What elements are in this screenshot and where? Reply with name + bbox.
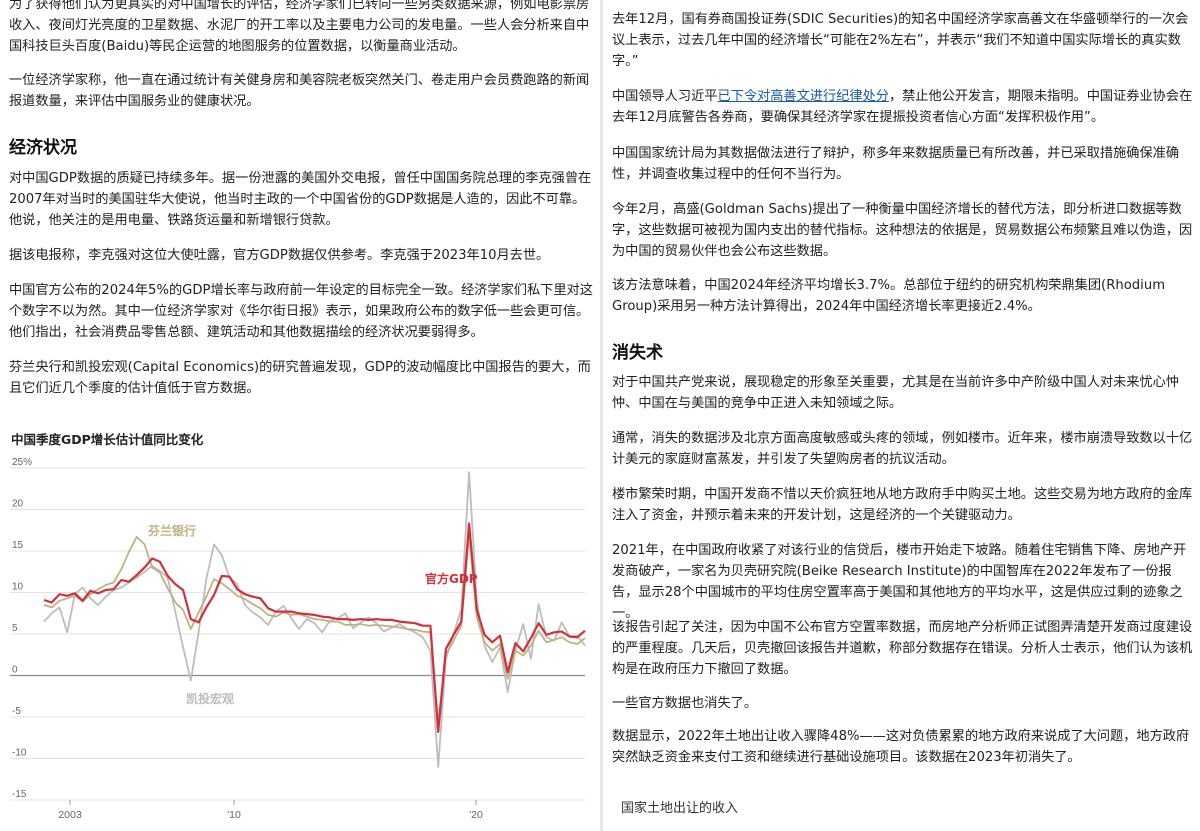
paragraph-rhodium: 该方法意味着，中国2024年经济平均增长3.7%。总部位于纽约的研究机构荣鼎集团… bbox=[612, 278, 1166, 314]
paragraph-official-growth: 中国官方公布的2024年5%的GDP增长率与政府前一年设定的目标完全一致。经济学… bbox=[9, 283, 593, 340]
paragraph-nbs-defense: 中国国家统计局为其数据做法进行了辩护，称多年来数据质量已有所改善，并已采取措施确… bbox=[612, 146, 1180, 182]
paragraph-goldman: 今年2月，高盛(Goldman Sachs)提出了一种衡量中国经济增长的替代方法… bbox=[612, 202, 1193, 259]
right-article-pane[interactable]: 去年12月，国有券商国投证券(SDIC Securities)的知名中国经济学家… bbox=[603, 0, 1200, 831]
x-tick-label: 2003 bbox=[58, 809, 82, 821]
paragraph-alt-data: 为了获得他们认为更真实的对中国增长的评估，经济学家们已转向一些另类数据来源，例如… bbox=[9, 0, 590, 54]
paragraph-gym-closures: 一位经济学家称，他一直在通过统计有关健身房和美容院老板突然关门、卷走用户会员费跑… bbox=[9, 73, 590, 109]
paragraph-cable: 据该电报称，李克强对这位大使吐露，官方GDP数据仅供参考。李克强于2023年10… bbox=[9, 248, 550, 263]
y-tick-label: 0 bbox=[12, 665, 18, 676]
paragraph-data-vanished: 一些官方数据也消失了。 bbox=[612, 696, 758, 711]
discipline-article-link[interactable]: 已下令对高善文进行纪律处分 bbox=[718, 89, 889, 104]
paragraph-beike-report: 2021年，在中国政府收紧了对该行业的信贷后，楼市开始走下坡路。随着住宅销售下降… bbox=[612, 543, 1187, 621]
y-tick-label: 15 bbox=[12, 540, 24, 551]
y-tick-label: -10 bbox=[12, 748, 27, 759]
y-tick-label: 20 bbox=[12, 499, 24, 510]
paragraph-xi-discipline: 中国领导人习近平已下令对高善文进行纪律处分，禁止他公开发言，期限未指明。中国证券… bbox=[612, 86, 1194, 128]
y-tick-label: 5 bbox=[12, 623, 18, 634]
x-tick-label: '20 bbox=[469, 809, 483, 821]
paragraph-land-sales: 楼市繁荣时期，中国开发商不惜以天价疯狂地从地方政府手中购买土地。这些交易为地方政… bbox=[612, 487, 1193, 523]
x-tick-label: '10 bbox=[227, 809, 241, 821]
gdp-chart: 25% 20 15 10 5 0 -5 -10 -15 2003 '10 '20 芬兰银行官方GDP… bbox=[10, 457, 586, 821]
paragraph-bof-capital: 芬兰央行和凯投宏观(Capital Economics)的研究普遍发现，GDP的… bbox=[9, 360, 591, 396]
y-tick-label: -15 bbox=[12, 789, 27, 800]
series-line-0 bbox=[43, 522, 586, 733]
y-tick-label: -5 bbox=[12, 706, 21, 717]
paragraph-land-revenue: 数据显示，2022年土地出让收入骤降48%——这对负债累累的地方政府来说成了大问… bbox=[612, 729, 1190, 765]
heading-economic-status: 经济状况 bbox=[9, 138, 77, 158]
left-article-pane[interactable]: 为了获得他们认为更真实的对中国增长的评估，经济学家们已转向一些另类数据来源，例如… bbox=[0, 0, 600, 831]
land-revenue-chart-title: 国家土地出让的收入 bbox=[621, 801, 739, 816]
paragraph-ccp-stability: 对于中国共产党来说，展现稳定的形象至关重要，尤其是在当前许多中产阶级中国人对未来… bbox=[612, 375, 1180, 411]
series-label-bof: 芬兰银行 bbox=[147, 523, 196, 538]
paragraph-text: 中国领导人习近平 bbox=[612, 89, 718, 104]
series-line-1 bbox=[43, 533, 586, 724]
paragraph-gdp-doubts: 对中国GDP数据的质疑已持续多年。据一份泄露的美国外交电报，曾任中国国务院总理的… bbox=[9, 171, 592, 228]
heading-vanishing-act: 消失术 bbox=[612, 343, 663, 363]
y-tick-label: 10 bbox=[12, 582, 24, 593]
y-tick-label: 25% bbox=[12, 457, 32, 468]
paragraph-housing-data: 通常，消失的数据涉及北京方面高度敏感或头疼的领域，例如楼市。近年来，楼市崩溃导致… bbox=[612, 431, 1193, 467]
series-label-official: 官方GDP bbox=[425, 571, 478, 586]
chart-title: 中国季度GDP增长估计值同比变化 bbox=[11, 432, 204, 447]
paragraph-gao-shanwen: 去年12月，国有券商国投证券(SDIC Securities)的知名中国经济学家… bbox=[612, 12, 1189, 69]
series-label-capital: 凯投宏观 bbox=[186, 691, 234, 706]
paragraph-report-withdrawn: 该报告引起了关注，因为中国不公布官方空置率数据，而房地产分析师正试图弄清楚开发商… bbox=[612, 620, 1193, 677]
